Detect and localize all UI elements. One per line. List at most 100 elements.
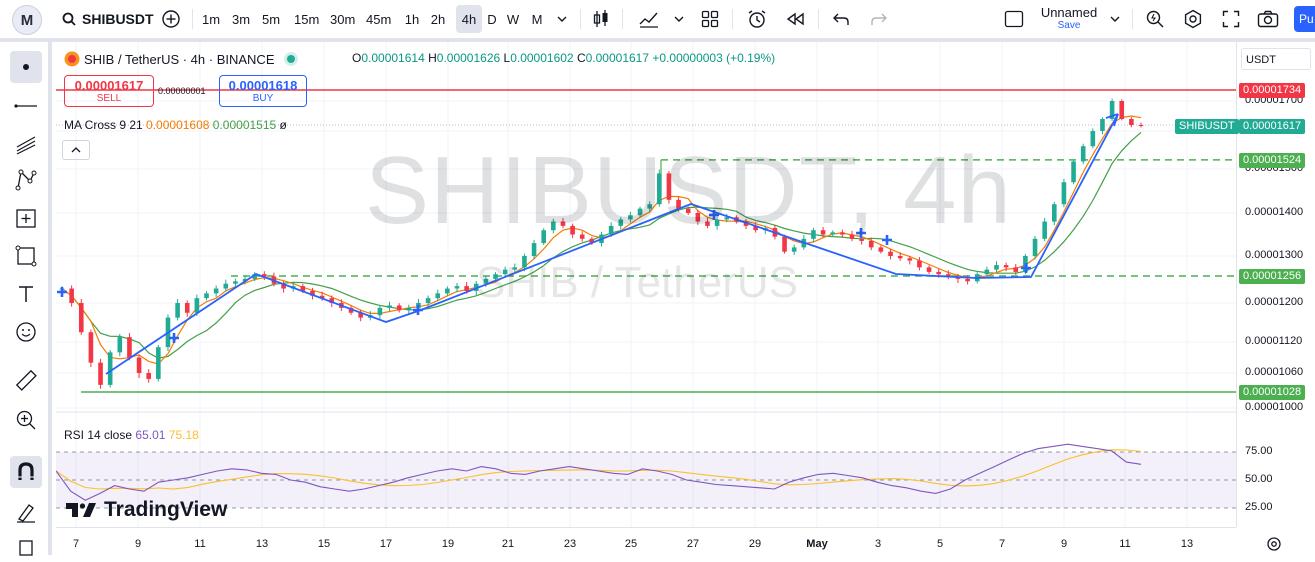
interval-D[interactable]: D [484,0,500,38]
layout-name-button[interactable]: Unnamed Save [1034,0,1104,38]
price-tag: 0.00001617 [1239,118,1306,134]
draw-lock-icon[interactable] [10,496,42,528]
ruler-measure-icon[interactable] [10,364,42,396]
interval-5m[interactable]: 5m [262,0,280,38]
candle-body [936,271,941,275]
time-label: 25 [624,538,638,550]
ma-cross-legend[interactable]: MA Cross 9 21 0.00001608 0.00001515 ø [64,118,287,132]
quick-search-icon[interactable] [1142,0,1168,38]
sell-label: SELL [96,93,122,104]
interval-30m[interactable]: 30m [330,0,355,38]
candle-body [184,303,190,313]
candle-body [1003,265,1009,268]
interval-1m[interactable]: 1m [202,0,220,38]
pattern-tool-icon[interactable] [10,164,42,196]
candle-body [888,251,893,256]
interval-1h[interactable]: 1h [404,0,420,38]
ma-fast-value: 0.00001608 [146,118,210,132]
interval-2h[interactable]: 2h [430,0,446,38]
ma-slow-value: 0.00001515 [212,118,277,132]
symbol-legend[interactable]: SHIB / TetherUS · 4h · BINANCE [64,51,295,67]
redo-icon[interactable] [866,0,892,38]
price-label: 0.00001000 [1245,401,1304,413]
symbol-name: SHIBUSDT [82,11,154,27]
chart-settings-icon[interactable] [1266,536,1282,557]
zoom-in-icon[interactable] [10,404,42,436]
layout-name: Unnamed [1040,5,1098,20]
symbol-search-button[interactable]: SHIBUSDT [62,0,154,38]
trend-line-tool-icon[interactable] [10,90,42,122]
sell-button[interactable]: 0.00001617 SELL [64,75,154,107]
time-axis[interactable]: 7 9 11 13 15 17 19 21 23 25 27 29 May 3 5 7 9 11 13 [56,527,1236,556]
time-label: 15 [317,538,331,550]
compare-symbol-button[interactable] [158,0,184,38]
layout-square-icon[interactable] [1002,0,1026,38]
time-label: 9 [134,538,142,550]
fib-channel-tool-icon[interactable] [10,128,42,160]
interval-15m[interactable]: 15m [294,0,319,38]
settings-gear-icon[interactable] [1180,0,1206,38]
interval-3m[interactable]: 3m [232,0,250,38]
undo-icon[interactable] [828,0,854,38]
candle-body [1061,182,1067,205]
forecast-tool-icon[interactable] [10,202,42,234]
currency-label: USDT [1246,54,1276,66]
buy-button[interactable]: 0.00001618 BUY [219,75,307,107]
crosshair-dot-icon[interactable] [10,51,42,83]
buy-label: BUY [252,93,274,104]
templates-grid-icon[interactable] [698,0,722,38]
market-open-dot-icon [286,55,295,63]
magnet-icon[interactable] [10,456,42,488]
time-label: 13 [1180,538,1194,550]
rectangle-tool-icon[interactable] [10,240,42,272]
divider [732,9,733,29]
interval-45m[interactable]: 45m [366,0,391,38]
text-tool-icon[interactable] [10,278,42,310]
price-axis[interactable]: USDT 0.000017000.000016000.000015000.000… [1236,42,1315,527]
candles-chart-type-icon[interactable] [590,0,612,38]
tradingview-logo-icon [66,503,96,517]
price-label: 0.00001400 [1245,206,1304,218]
candle-body [1032,238,1038,256]
camera-snapshot-icon[interactable] [1254,0,1282,38]
candle-body [98,362,103,385]
candle-body [1013,267,1019,272]
divider [622,9,623,29]
candle-body [878,247,884,252]
user-avatar[interactable]: M [12,5,42,35]
signal-cross-marker[interactable] [57,287,67,297]
candle-body [1129,119,1134,125]
trash-icon[interactable] [10,530,42,562]
time-label: 7 [72,538,80,550]
candle-body [1090,131,1096,147]
candle-body [917,260,922,268]
divider [192,9,193,29]
collapse-legend-button[interactable] [62,140,90,160]
fullscreen-icon[interactable] [1218,0,1244,38]
emoji-tool-icon[interactable] [10,316,42,348]
candle-body [223,283,229,289]
layout-dropdown-icon[interactable] [1106,0,1124,38]
candle-body [454,286,460,289]
publish-button[interactable]: Pu [1294,6,1315,32]
replay-icon[interactable] [782,0,808,38]
candle-body [136,357,142,373]
currency-selector[interactable]: USDT [1241,48,1311,70]
indicators-dropdown-icon[interactable] [670,0,688,38]
price-label: 0.00001060 [1245,366,1304,378]
time-label: 11 [194,538,206,550]
alert-clock-icon[interactable] [744,0,770,38]
interval-dropdown-icon[interactable] [552,0,572,38]
interval-W[interactable]: W [505,0,521,38]
interval-M[interactable]: M [529,0,545,38]
tradingview-logo[interactable]: TradingView [66,498,227,522]
rsi-legend[interactable]: RSI 14 close 65.01 75.18 [64,428,199,442]
candle-body [204,293,209,299]
time-label: 21 [501,538,515,550]
price-label: 0.00001120 [1245,335,1303,347]
indicators-icon[interactable] [636,0,662,38]
interval-4h[interactable]: 4h [456,5,482,33]
candle-body [127,337,132,358]
rsi-title: RSI 14 close [64,428,133,442]
candle-body [69,288,74,303]
